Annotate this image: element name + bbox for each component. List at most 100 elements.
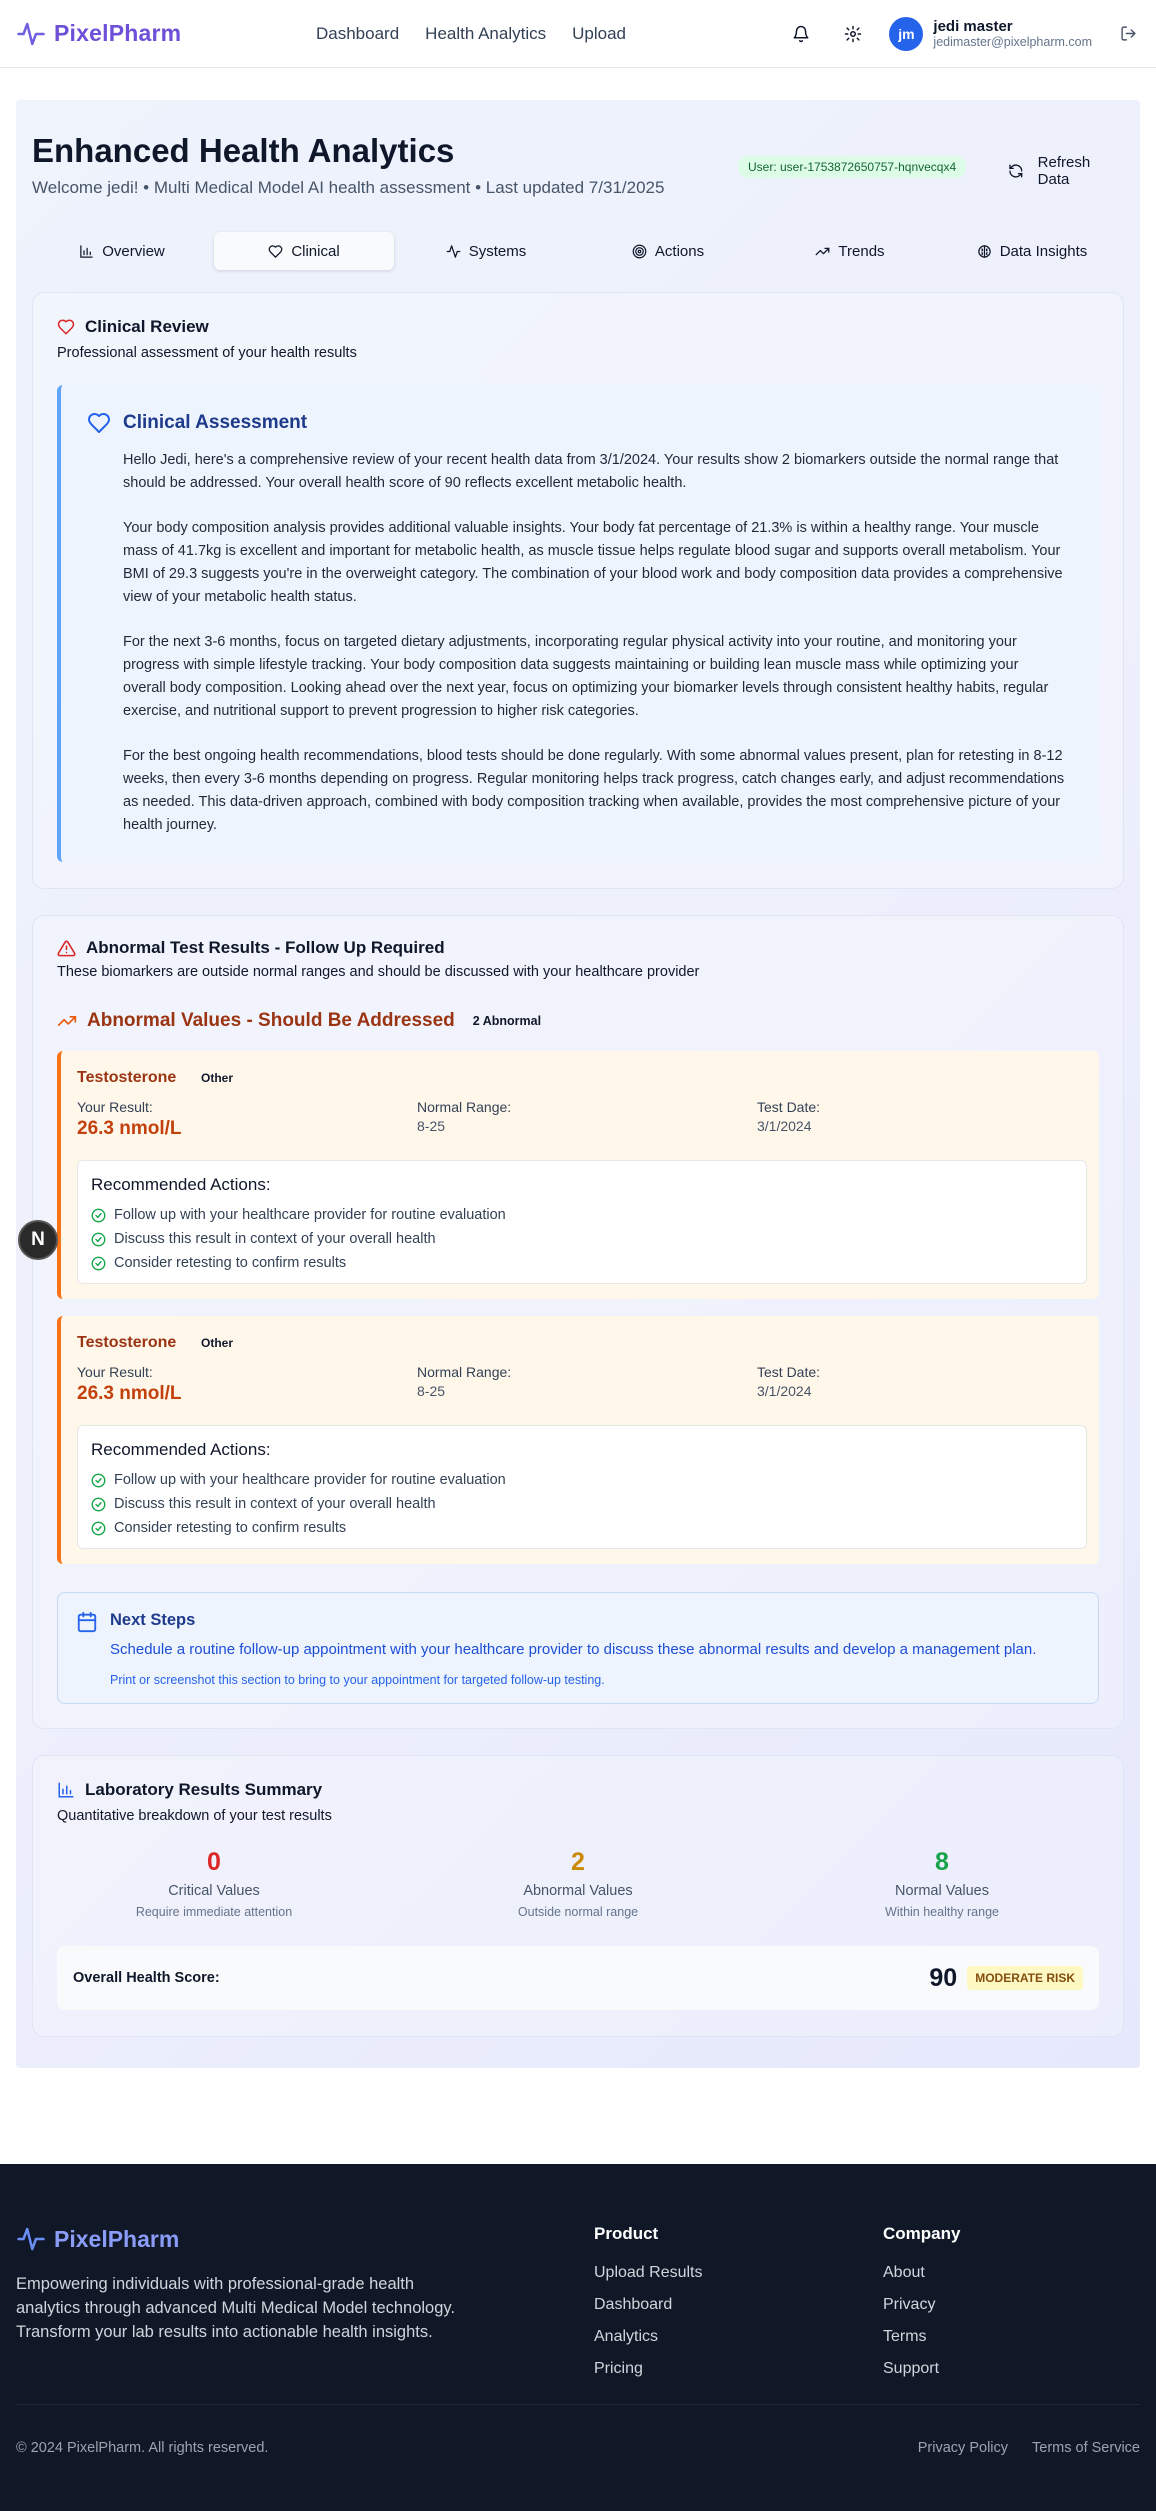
heart-icon	[268, 244, 283, 258]
abnormal-results-subtitle: These biomarkers are outside normal rang…	[57, 964, 700, 980]
tab-actions[interactable]: Actions	[578, 232, 758, 270]
footer-link-privacy-policy[interactable]: Privacy Policy	[918, 2440, 1008, 2456]
check-circle-icon	[91, 1497, 106, 1511]
tab-clinical[interactable]: Clinical	[214, 232, 394, 270]
floating-assistant-button[interactable]: N	[18, 1220, 58, 1260]
range-label: Normal Range:	[417, 1099, 512, 1115]
footer-link-pricing[interactable]: Pricing	[594, 2360, 703, 2392]
assessment-paragraph: Hello Jedi, here's a comprehensive revie…	[123, 452, 1059, 491]
pulse-icon	[17, 22, 45, 45]
lab-summary-title: Laboratory Results Summary	[57, 1780, 332, 1800]
footer-link-dashboard[interactable]: Dashboard	[594, 2296, 703, 2328]
stat-desc: Require immediate attention	[135, 1905, 293, 1919]
nav-link-dashboard[interactable]: Dashboard	[316, 24, 399, 44]
lab-summary-card: Laboratory Results Summary Quantitative …	[32, 1755, 1124, 2037]
brain-icon	[977, 244, 991, 258]
footer-company-column: Company About Privacy Terms Support	[883, 2224, 960, 2392]
list-item: Discuss this result in context of your o…	[91, 1227, 1073, 1251]
tab-label: Actions	[654, 242, 705, 260]
nav-link-health-analytics[interactable]: Health Analytics	[425, 24, 546, 44]
result-label: Your Result:	[77, 1099, 153, 1115]
top-navbar: PixelPharm Dashboard Health Analytics Up…	[0, 0, 1156, 68]
tab-systems[interactable]: Systems	[396, 232, 576, 270]
health-score-label: Overall Health Score:	[73, 1970, 220, 1986]
clinical-assessment-box: Clinical Assessment Hello Jedi, here's a…	[57, 385, 1099, 862]
footer-description: Empowering individuals with professional…	[16, 2275, 456, 2341]
risk-badge: MODERATE RISK	[967, 1966, 1083, 1990]
range-label: Normal Range:	[417, 1364, 512, 1380]
tab-bar: Overview Clinical Systems Actions Trends…	[32, 232, 1124, 270]
nav-link-upload[interactable]: Upload	[572, 24, 626, 44]
abnormal-test-card: Testosterone Other Your Result: 26.3 nmo…	[57, 1051, 1099, 1299]
list-item: Consider retesting to confirm results	[91, 1516, 1073, 1540]
activity-icon	[446, 244, 461, 258]
clinical-review-subtitle: Professional assessment of your health r…	[57, 345, 357, 361]
abnormal-section-header: Abnormal Values - Should Be Addressed 2 …	[57, 1010, 541, 1032]
refresh-button[interactable]: Refresh Data	[1008, 154, 1124, 188]
avatar[interactable]: jm	[889, 16, 924, 51]
gear-icon[interactable]	[841, 22, 865, 46]
result-value: 26.3 nmol/L	[77, 1118, 182, 1139]
date-value: 3/1/2024	[757, 1383, 812, 1399]
tab-data-insights[interactable]: Data Insights	[942, 232, 1122, 270]
abnormal-count-badge: 2 Abnormal	[472, 1014, 542, 1028]
refresh-label: Refresh Data	[1037, 154, 1091, 188]
footer-link-about[interactable]: About	[883, 2264, 960, 2296]
brand-logo[interactable]: PixelPharm	[16, 19, 181, 49]
stat-abnormal: 2 Abnormal Values Outside normal range	[421, 1848, 735, 1919]
stat-normal: 8 Normal Values Within healthy range	[785, 1848, 1099, 1919]
tab-label: Systems	[468, 242, 527, 260]
stat-name: Abnormal Values	[523, 1883, 633, 1899]
footer-company-title: Company	[883, 2224, 961, 2243]
clinical-assessment-title: Clinical Assessment	[87, 411, 1073, 435]
footer-product-title: Product	[594, 2224, 659, 2243]
alert-triangle-icon	[57, 940, 76, 956]
footer-brand[interactable]: PixelPharm	[16, 2224, 179, 2254]
logout-icon[interactable]	[1116, 22, 1140, 46]
check-circle-icon	[91, 1473, 106, 1487]
tab-trends[interactable]: Trends	[760, 232, 940, 270]
footer-link-terms[interactable]: Terms	[883, 2328, 960, 2360]
footer-link-upload-results[interactable]: Upload Results	[594, 2264, 703, 2296]
footer-link-support[interactable]: Support	[883, 2360, 960, 2392]
analytics-panel: Enhanced Health Analytics Welcome jedi! …	[16, 100, 1140, 2068]
range-value: 8-25	[417, 1383, 446, 1399]
assessment-paragraph: For the best ongoing health recommendati…	[123, 748, 1065, 833]
stat-value: 8	[935, 1848, 949, 1876]
footer-copyright: © 2024 PixelPharm. All rights reserved.	[16, 2440, 269, 2456]
stat-name: Normal Values	[894, 1883, 990, 1899]
page-subtitle: Welcome jedi! • Multi Medical Model AI h…	[32, 178, 665, 197]
pulse-icon	[17, 2227, 45, 2251]
trending-up-icon	[57, 1016, 77, 1026]
list-item: Discuss this result in context of your o…	[91, 1492, 1073, 1516]
user-email: jedimaster@pixelpharm.com	[933, 34, 1092, 49]
footer-product-column: Product Upload Results Dashboard Analyti…	[594, 2224, 703, 2392]
bell-icon[interactable]	[789, 22, 813, 46]
page-title: Enhanced Health Analytics	[32, 132, 455, 169]
health-score-value: 90	[929, 1963, 958, 1992]
tab-label: Data Insights	[999, 242, 1088, 260]
footer-link-analytics[interactable]: Analytics	[594, 2328, 703, 2360]
tab-overview[interactable]: Overview	[32, 232, 212, 270]
footer-brand-name: PixelPharm	[54, 2225, 180, 2252]
abnormal-results-card: Abnormal Test Results - Follow Up Requir…	[32, 915, 1124, 1729]
footer-divider	[16, 2404, 1140, 2405]
test-category-badge: Other	[201, 1336, 234, 1350]
recommended-actions-title: Recommended Actions:	[91, 1440, 271, 1459]
date-value: 3/1/2024	[757, 1118, 812, 1134]
list-item: Follow up with your healthcare provider …	[91, 1468, 1073, 1492]
bar-chart-icon	[80, 244, 93, 258]
test-name: Testosterone	[77, 1334, 177, 1351]
stat-desc: Outside normal range	[517, 1905, 639, 1919]
footer-link-privacy[interactable]: Privacy	[883, 2296, 960, 2328]
footer-link-terms-of-service[interactable]: Terms of Service	[1032, 2440, 1140, 2456]
user-info[interactable]: jedi master jedimaster@pixelpharm.com	[933, 18, 1092, 50]
stat-name: Critical Values	[168, 1883, 260, 1899]
refresh-icon	[1009, 164, 1023, 178]
trending-up-icon	[816, 247, 830, 255]
tab-label: Overview	[102, 242, 165, 260]
lab-summary-subtitle: Quantitative breakdown of your test resu…	[57, 1808, 332, 1824]
recommended-actions-box: Recommended Actions: Follow up with your…	[77, 1160, 1087, 1284]
list-item: Consider retesting to confirm results	[91, 1251, 1073, 1275]
tab-label: Trends	[838, 242, 885, 260]
